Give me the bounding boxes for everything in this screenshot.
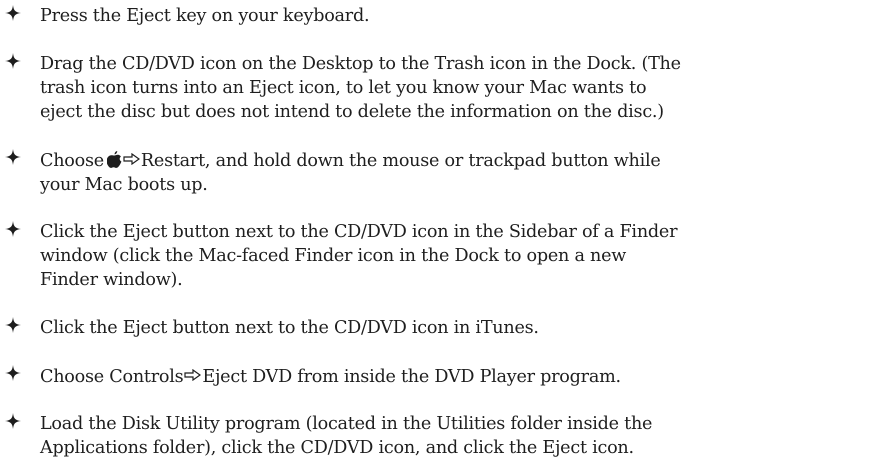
four-point-star-icon [5,413,21,429]
four-point-star-icon [5,317,21,333]
four-point-star-icon [5,53,21,69]
four-point-star-icon [5,221,21,237]
four-point-star-icon [5,5,21,21]
four-point-star-icon [5,149,21,165]
four-point-star-icon [5,365,21,381]
list-item-text: Drag the CD/DVD icon on the Desktop to t… [40,54,681,122]
list-item-text: Choose Controls Eject DVD from inside the… [40,364,886,389]
menu-arrow-icon [184,364,202,382]
list-item-text: Choose Restart, and hold down the mouse o… [40,148,886,197]
menu-arrow-icon [123,148,140,166]
apple-menu-icon [106,151,122,168]
choose-text: Choose [40,151,104,171]
list-item-text: Load the Disk Utility program (located i… [40,414,653,458]
list-item-text: Click the Eject button next to the CD/DV… [40,222,678,290]
choose-controls-text: Choose Controls [40,367,184,387]
eject-dvd-text: Eject DVD from inside the DVD Player pro… [202,367,621,387]
list-item-text: Click the Eject button next to the CD/DV… [40,318,539,338]
list-item-text: Press the Eject key on your keyboard. [40,6,370,26]
